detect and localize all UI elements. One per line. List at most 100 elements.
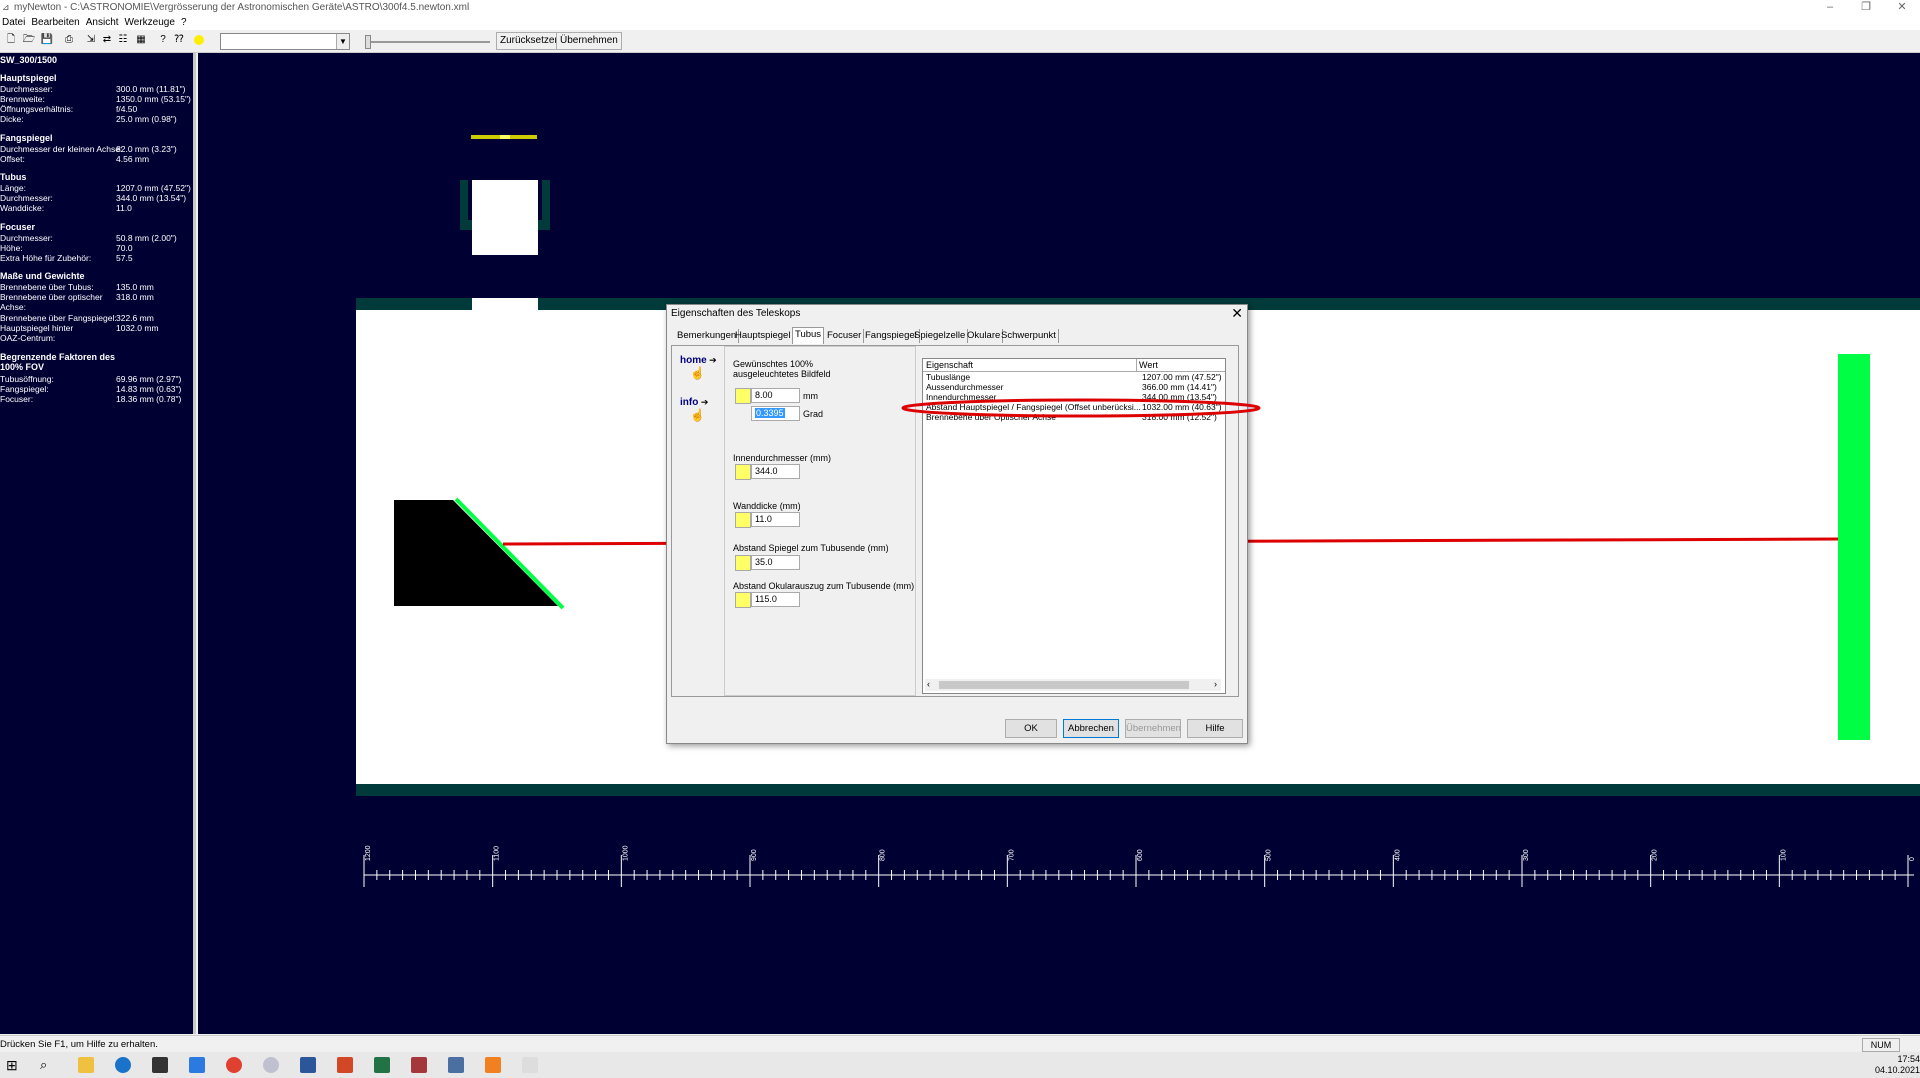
tab-focuser[interactable]: Focuser bbox=[825, 329, 865, 343]
table-row[interactable]: Tubuslänge 1207.00 mm (47.52") bbox=[926, 372, 1222, 382]
fov-mm-input[interactable]: 8.00 bbox=[751, 388, 800, 403]
tab-schwerpunkt[interactable]: Schwerpunkt bbox=[999, 329, 1059, 343]
maximize-button[interactable]: ❐ bbox=[1850, 0, 1882, 16]
column-header-property[interactable]: Eigenschaft bbox=[923, 359, 1137, 372]
dialog-close-icon[interactable]: ✕ bbox=[1231, 305, 1243, 321]
apply-button[interactable]: Übernehmen bbox=[1125, 719, 1181, 738]
cancel-button[interactable]: Abbrechen bbox=[1063, 719, 1119, 738]
context-help-icon[interactable]: ⁇ bbox=[172, 33, 186, 47]
info-link[interactable]: info ➔ ☝ bbox=[680, 396, 708, 422]
properties-dialog: Eigenschaften des Teleskops ✕ Bemerkunge… bbox=[666, 304, 1248, 744]
view1-icon[interactable]: ⇲ bbox=[84, 33, 98, 47]
scroll-right-icon[interactable]: › bbox=[1214, 679, 1217, 689]
sun-icon[interactable] bbox=[735, 464, 751, 480]
fov-deg-input[interactable]: 0.3395 bbox=[751, 406, 800, 421]
tab-okulare[interactable]: Okulare bbox=[965, 329, 1004, 343]
app-icon[interactable] bbox=[263, 1057, 279, 1073]
column-header-value[interactable]: Wert bbox=[1136, 359, 1225, 372]
home-link[interactable]: home ➔ ☝ bbox=[680, 354, 717, 380]
chrome-icon[interactable] bbox=[226, 1057, 242, 1073]
menu-datei[interactable]: Datei bbox=[2, 16, 29, 30]
ruler-label: 500 bbox=[1266, 849, 1273, 861]
tab-spiegelzelle[interactable]: Spiegelzelle bbox=[912, 329, 969, 343]
help-button[interactable]: Hilfe bbox=[1187, 719, 1243, 738]
app-f-icon[interactable] bbox=[485, 1057, 501, 1073]
app-icon[interactable]: ⊿ bbox=[2, 2, 10, 13]
zoom-slider[interactable] bbox=[365, 35, 490, 49]
telescope-name: SW_300/1500 bbox=[0, 55, 58, 65]
store-icon[interactable] bbox=[152, 1057, 168, 1073]
scroll-left-icon[interactable]: ‹ bbox=[927, 679, 930, 689]
ruler-label: 1100 bbox=[494, 846, 501, 861]
print-icon[interactable]: ⎙ bbox=[62, 33, 76, 47]
open-folder-icon[interactable]: 🗁 bbox=[22, 33, 36, 47]
focuser-wall-right bbox=[542, 180, 550, 230]
save-icon[interactable]: 💾 bbox=[40, 33, 54, 47]
info-row: Brennweite: 1350.0 mm (53.15") bbox=[0, 94, 191, 104]
apply-toolbar-button[interactable]: Übernehmen bbox=[556, 32, 622, 50]
menu-bearbeiten[interactable]: Bearbeiten bbox=[31, 16, 83, 30]
slider-thumb[interactable] bbox=[365, 35, 371, 49]
toolbar-combo[interactable]: ▼ bbox=[220, 33, 350, 50]
menu-ansicht[interactable]: Ansicht bbox=[86, 16, 123, 30]
eyepiece-mark-center bbox=[500, 135, 510, 139]
menu-help[interactable]: ? bbox=[181, 16, 191, 30]
view2-icon[interactable]: ⇄ bbox=[100, 33, 114, 47]
scroll-thumb[interactable] bbox=[939, 681, 1189, 689]
windows-start-icon[interactable]: ⊞ bbox=[6, 1057, 22, 1073]
inner-diameter-input[interactable]: 344.0 bbox=[751, 464, 800, 479]
section-heading: Tubus bbox=[0, 172, 27, 182]
access-icon[interactable] bbox=[411, 1057, 427, 1073]
info-row: Höhe: 70.0 bbox=[0, 243, 133, 253]
menu-werkzeuge[interactable]: Werkzeuge bbox=[125, 16, 179, 30]
tube-wall-bottom bbox=[356, 784, 1920, 796]
reset-button[interactable]: Zurücksetzen bbox=[496, 32, 565, 50]
wall-input[interactable]: 11.0 bbox=[751, 512, 800, 527]
powerpoint-icon[interactable] bbox=[337, 1057, 353, 1073]
close-button[interactable]: ✕ bbox=[1886, 0, 1918, 16]
clock[interactable]: 17:54 04.10.2021 bbox=[1875, 1054, 1920, 1076]
info-row: Öffnungsverhältnis: f/4.50 bbox=[0, 104, 138, 114]
info-panel: SW_300/1500 Hauptspiegel Durchmesser: 300… bbox=[0, 53, 196, 1034]
chevron-down-icon[interactable]: ▼ bbox=[336, 34, 349, 49]
tab-hauptspiegel[interactable]: Hauptspiegel bbox=[733, 329, 794, 343]
excel-icon[interactable] bbox=[374, 1057, 390, 1073]
grid-icon[interactable]: ▦ bbox=[134, 33, 148, 47]
info-row: Durchmesser: 300.0 mm (11.81") bbox=[0, 84, 186, 94]
mail-icon[interactable] bbox=[189, 1057, 205, 1073]
focuser-wall-left bbox=[460, 180, 468, 230]
ruler-label: 100 bbox=[1780, 849, 1787, 861]
search-icon[interactable]: ⌕ bbox=[40, 1057, 56, 1073]
explorer-icon[interactable] bbox=[78, 1057, 94, 1073]
sun-icon[interactable] bbox=[735, 388, 751, 404]
section-heading: Hauptspiegel bbox=[0, 73, 57, 83]
sun-icon[interactable] bbox=[194, 35, 204, 45]
calculator-icon[interactable] bbox=[448, 1057, 464, 1073]
ruler-label: 900 bbox=[751, 849, 758, 861]
sun-icon[interactable] bbox=[735, 512, 751, 528]
info-row: Brennebene über optischer 318.0 mm bbox=[0, 292, 154, 302]
highlight-ellipse bbox=[901, 398, 1261, 418]
tab-bemerkungen[interactable]: Bemerkungen bbox=[675, 329, 740, 343]
tab-tubus[interactable]: Tubus bbox=[792, 327, 825, 344]
ok-button[interactable]: OK bbox=[1005, 719, 1057, 738]
help-icon[interactable]: ? bbox=[156, 33, 170, 47]
table-row[interactable]: Aussendurchmesser 366.00 mm (14.41") bbox=[926, 382, 1222, 392]
info-row: Extra Höhe für Zubehör: 57.5 bbox=[0, 253, 133, 263]
word-icon[interactable] bbox=[300, 1057, 316, 1073]
list-icon[interactable]: ☷ bbox=[116, 33, 130, 47]
edge-icon[interactable] bbox=[115, 1057, 131, 1073]
mynewton-icon[interactable] bbox=[522, 1057, 538, 1073]
mirror-dist-input[interactable]: 35.0 bbox=[751, 555, 800, 570]
focuser-dist-input[interactable]: 115.0 bbox=[751, 592, 800, 607]
sun-icon[interactable] bbox=[735, 555, 751, 571]
sun-icon[interactable] bbox=[735, 592, 751, 608]
minimize-button[interactable]: – bbox=[1814, 0, 1846, 16]
wall-label: Wanddicke (mm) bbox=[733, 501, 801, 511]
horizontal-scrollbar[interactable]: ‹ › bbox=[925, 679, 1221, 691]
primary-mirror bbox=[1838, 354, 1870, 740]
new-file-icon[interactable]: 🗋 bbox=[4, 33, 18, 47]
info-row: Offset: 4.56 mm bbox=[0, 154, 150, 164]
info-row: OAZ-Centrum: bbox=[0, 333, 56, 343]
ruler: 1200 1100 1000 900 800 700 600 500 400 300 200 100 0 bbox=[363, 845, 1916, 887]
